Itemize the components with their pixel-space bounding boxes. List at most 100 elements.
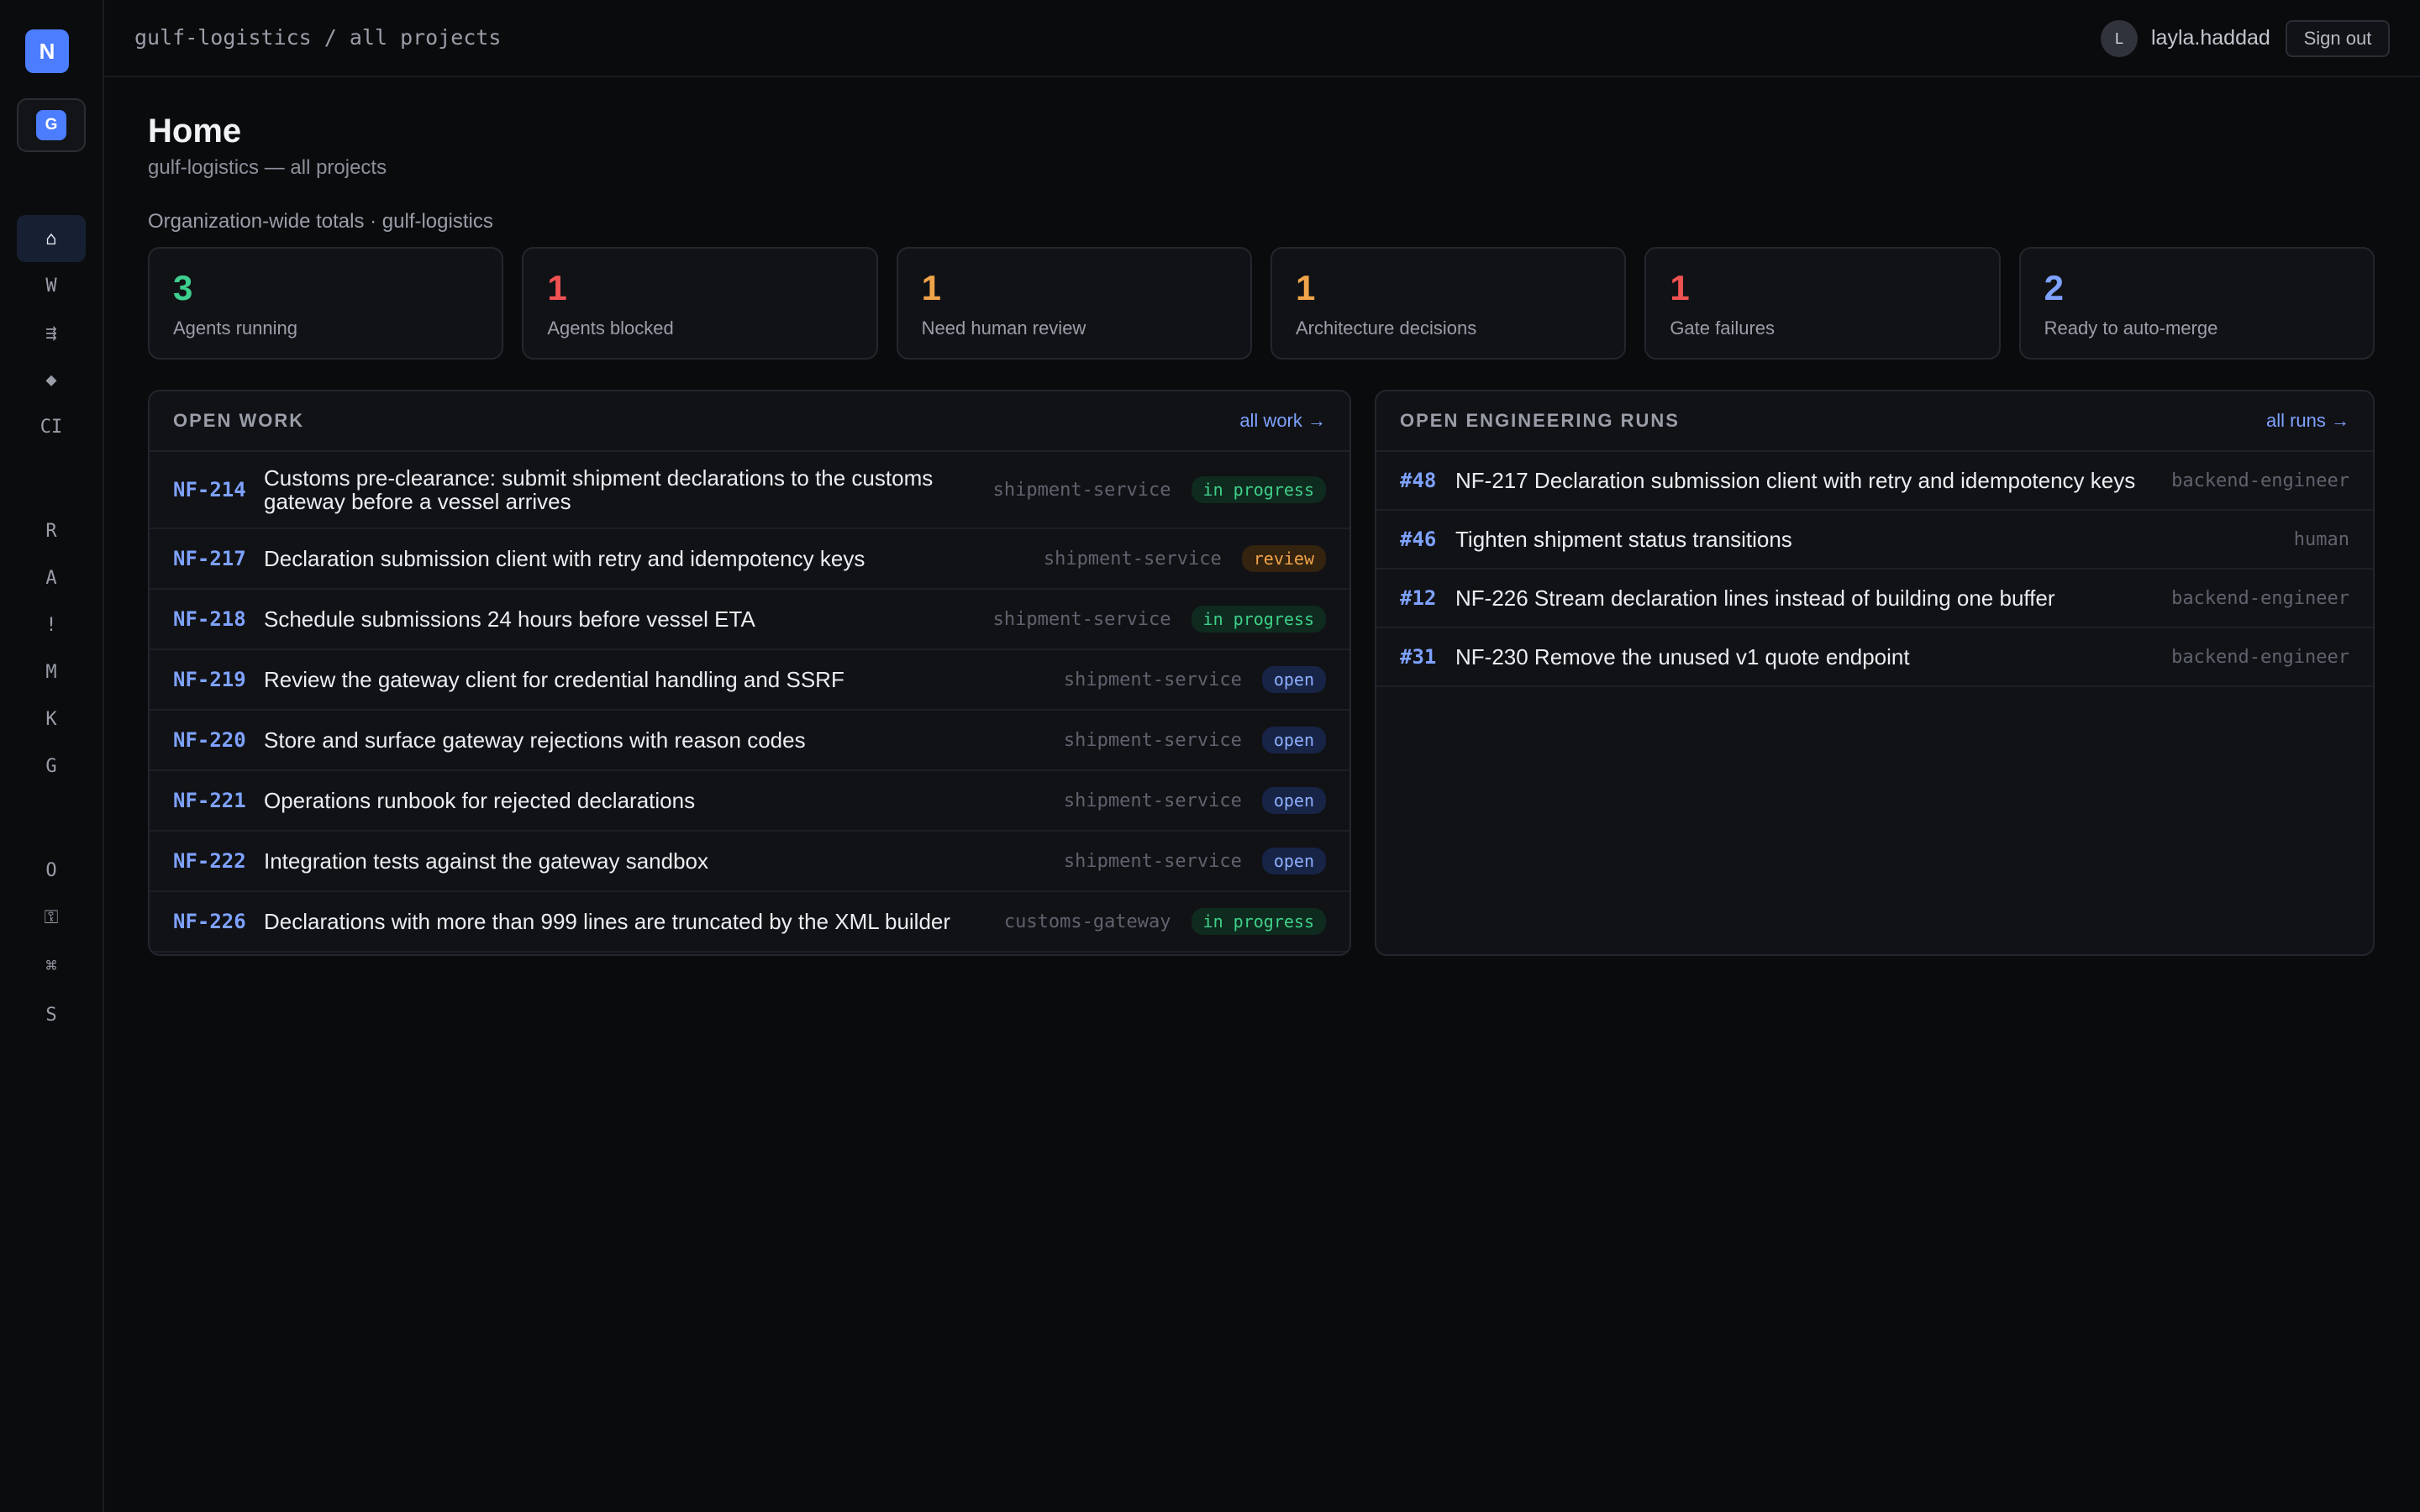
sidebar-item-settings[interactable]: S	[17, 991, 86, 1038]
sidebar-item-runs[interactable]: ⇶	[17, 309, 86, 356]
work-item-service: shipment-service	[1063, 729, 1242, 751]
work-item-title: Integration tests against the gateway sa…	[264, 848, 709, 874]
open-work-header: OPEN WORK all work →	[150, 391, 1349, 452]
status-badge: in progress	[1191, 606, 1326, 633]
stat-value: 1	[547, 268, 567, 307]
work-item-service: shipment-service	[1063, 850, 1242, 872]
table-row[interactable]: NF-219 Review the gateway client for cred…	[150, 650, 1349, 711]
status-badge: in progress	[1191, 908, 1326, 935]
list-item[interactable]: #31 NF-230 Remove the unused v1 quote end…	[1376, 628, 2373, 687]
sidebar-item-o[interactable]: O	[17, 847, 86, 894]
open-runs-header: OPEN ENGINEERING RUNS all runs →	[1376, 391, 2373, 452]
stat-card[interactable]: 1 Agents blocked	[522, 247, 878, 360]
top-bar: gulf-logistics / all projects L layla.ha…	[104, 0, 2420, 77]
user-name[interactable]: layla.haddad	[2151, 26, 2270, 50]
sidebar-item-alerts[interactable]: !	[17, 601, 86, 648]
run-agent: backend-engineer	[2171, 646, 2349, 668]
stat-card[interactable]: 3 Agents running	[148, 247, 504, 360]
work-item-id: NF-214	[173, 478, 246, 501]
sidebar-item-work[interactable]: W	[17, 262, 86, 309]
open-runs-panel: OPEN ENGINEERING RUNS all runs → #48 NF-2…	[1375, 390, 2375, 956]
run-title: NF-230 Remove the unused v1 quote endpoi…	[1455, 643, 1910, 669]
run-agent: backend-engineer	[2171, 470, 2349, 491]
stat-card[interactable]: 1 Need human review	[896, 247, 1252, 360]
run-agent: human	[2293, 528, 2349, 550]
open-work-title: OPEN WORK	[173, 410, 305, 431]
work-item-service: shipment-service	[992, 479, 1171, 501]
status-badge: open	[1261, 727, 1326, 753]
page-title: Home	[148, 113, 242, 150]
run-id: #12	[1400, 586, 1437, 610]
work-item-service: shipment-service	[1063, 790, 1242, 811]
status-badge: in progress	[1191, 476, 1326, 503]
list-item[interactable]: #12 NF-226 Stream declaration lines inste…	[1376, 570, 2373, 628]
sign-out-button[interactable]: Sign out	[2286, 20, 2390, 57]
all-work-link[interactable]: all work →	[1239, 410, 1326, 432]
sidebar-item-r[interactable]: R	[17, 507, 86, 554]
stat-label: Need human review	[921, 318, 1086, 339]
work-item-title: Declaration submission client with retry…	[264, 546, 865, 571]
status-badge: open	[1261, 666, 1326, 693]
org-switcher[interactable]: G	[17, 98, 86, 152]
work-item-service: shipment-service	[992, 608, 1171, 630]
open-work-panel: OPEN WORK all work → NF-214 Customs pre-c…	[148, 390, 1351, 956]
list-item[interactable]: #48 NF-217 Declaration submission client …	[1376, 452, 2373, 511]
stat-card[interactable]: 1 Gate failures	[1644, 247, 2001, 360]
status-badge: open	[1261, 848, 1326, 874]
table-row[interactable]: NF-221 Operations runbook for rejected de…	[150, 771, 1349, 832]
status-badge: review	[1241, 545, 1326, 572]
run-title: NF-226 Stream declaration lines instead …	[1455, 585, 2055, 611]
stat-card[interactable]: 1 Architecture decisions	[1270, 247, 1627, 360]
table-row[interactable]: NF-226 Declarations with more than 999 li…	[150, 892, 1349, 953]
sidebar-item-g[interactable]: G	[17, 743, 86, 790]
sidebar-item-a[interactable]: A	[17, 554, 86, 601]
table-row[interactable]: NF-217 Declaration submission client with…	[150, 529, 1349, 590]
table-row[interactable]: NF-218 Schedule submissions 24 hours befo…	[150, 590, 1349, 650]
work-item-title: Review the gateway client for credential…	[264, 667, 844, 692]
breadcrumb[interactable]: gulf-logistics / all projects	[134, 25, 502, 50]
sidebar-item-keys[interactable]: ⚿	[17, 894, 86, 941]
stat-cards: 3 Agents running 1 Agents blocked 1 Need huma…	[148, 247, 2375, 360]
run-title: Tighten shipment status transitions	[1455, 526, 1792, 552]
org-avatar: G	[36, 110, 66, 140]
run-id: #48	[1400, 469, 1437, 492]
stat-value: 1	[921, 268, 942, 307]
run-title: NF-217 Declaration submission client wit…	[1455, 467, 2136, 493]
page-subtitle: gulf-logistics — all projects	[148, 156, 387, 179]
work-item-id: NF-217	[173, 547, 246, 570]
stat-label: Agents blocked	[547, 318, 674, 339]
totals-caption: Organization-wide totals · gulf-logistic…	[148, 210, 493, 233]
stat-value: 1	[1670, 268, 1690, 307]
work-item-id: NF-226	[173, 910, 246, 933]
sidebar-item-decisions[interactable]: ◆	[17, 356, 86, 403]
all-runs-link[interactable]: all runs →	[2266, 410, 2349, 432]
avatar[interactable]: L	[2101, 20, 2138, 57]
stat-card[interactable]: 2 Ready to auto-merge	[2018, 247, 2375, 360]
sidebar-item-m[interactable]: M	[17, 648, 86, 696]
work-item-id: NF-220	[173, 728, 246, 752]
work-item-id: NF-222	[173, 849, 246, 873]
stat-value: 1	[1295, 268, 1316, 307]
work-item-title: Customs pre-clearance: submit shipment d…	[264, 465, 934, 514]
run-id: #31	[1400, 645, 1437, 669]
stat-label: Architecture decisions	[1295, 318, 1477, 339]
sidebar-item-k[interactable]: K	[17, 696, 86, 743]
table-row[interactable]: NF-214 Customs pre-clearance: submit ship…	[150, 452, 1349, 529]
sidebar-item-home[interactable]: ⌂	[17, 215, 86, 262]
table-row[interactable]: NF-222 Integration tests against the gate…	[150, 832, 1349, 892]
work-item-title: Declarations with more than 999 lines ar…	[264, 909, 951, 934]
app-logo[interactable]: N	[25, 29, 69, 73]
stat-value: 3	[173, 268, 193, 307]
work-item-id: NF-221	[173, 789, 246, 812]
work-item-service: shipment-service	[1063, 669, 1242, 690]
work-item-service: customs-gateway	[1003, 911, 1171, 932]
stat-value: 2	[2044, 268, 2064, 307]
sidebar-item-commands[interactable]: ⌘	[17, 942, 86, 990]
status-badge: open	[1261, 787, 1326, 814]
table-row[interactable]: NF-220 Store and surface gateway rejectio…	[150, 711, 1349, 771]
list-item[interactable]: #46 Tighten shipment status transitions hu…	[1376, 511, 2373, 570]
sidebar: N G ⌂ W ⇶ ◆ CI R A! M K G O ⚿ ⌘ S	[0, 0, 104, 1512]
sidebar-item-ci[interactable]: CI	[17, 403, 86, 450]
work-item-service: shipment-service	[1043, 548, 1222, 570]
stat-label: Agents running	[173, 318, 297, 339]
